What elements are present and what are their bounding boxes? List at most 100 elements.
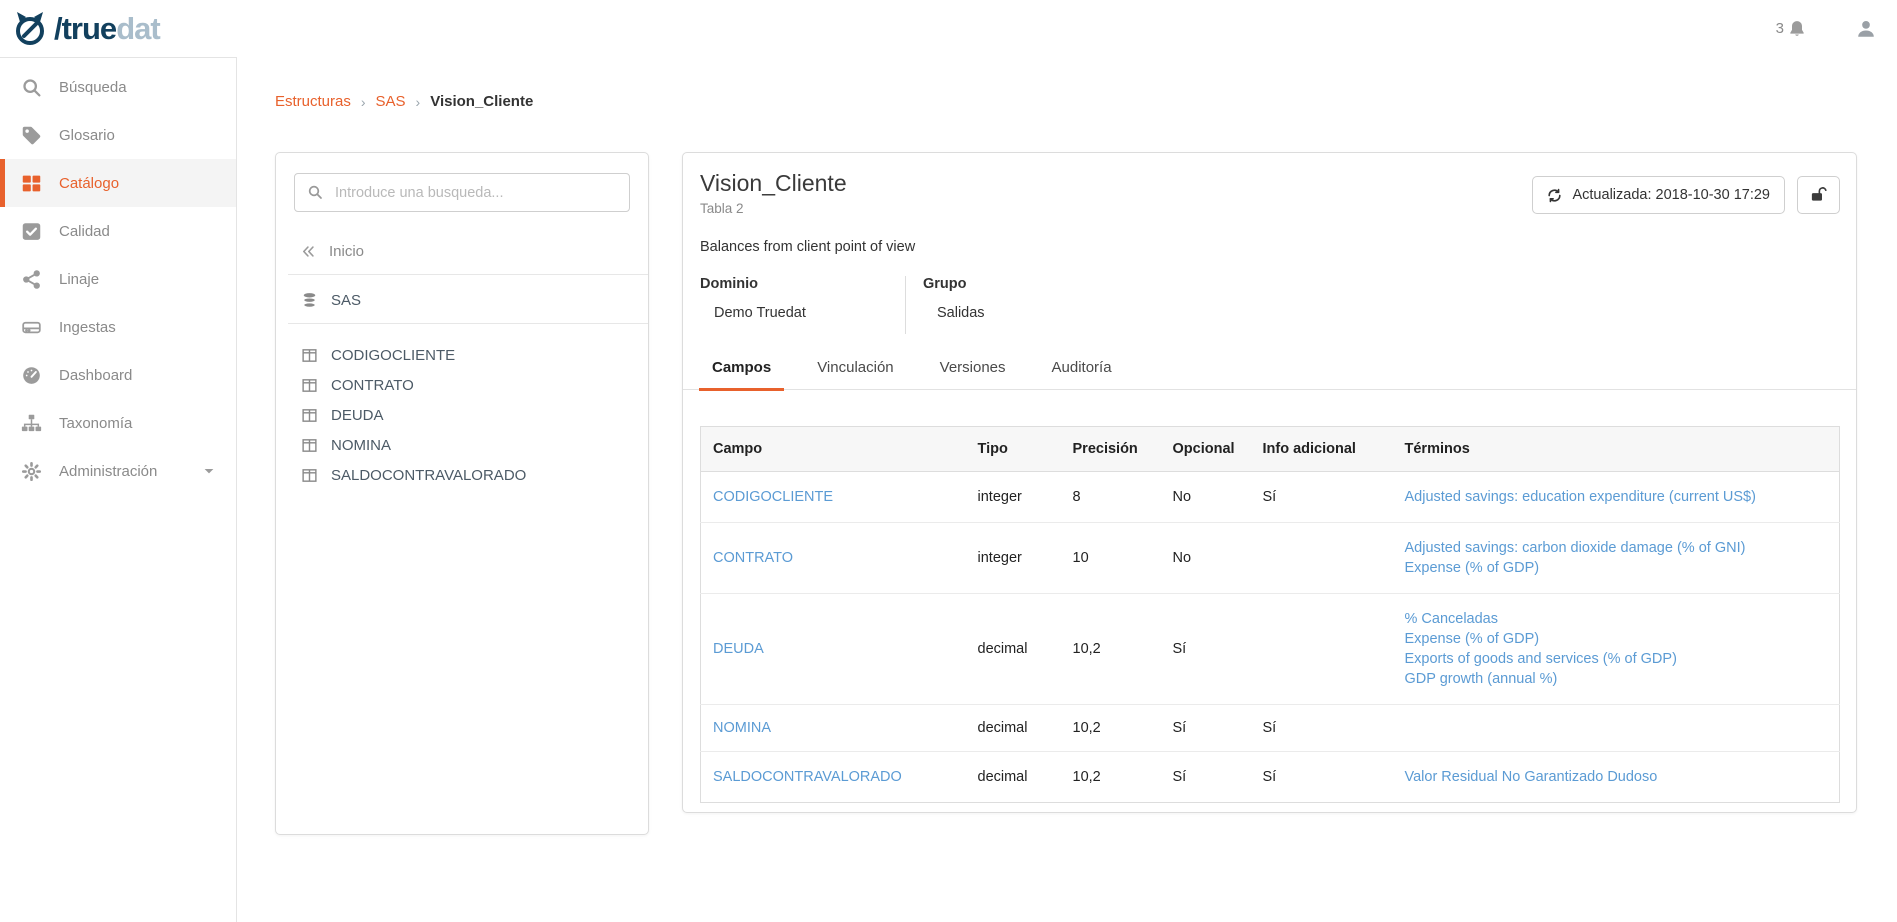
logo[interactable]: /truedat xyxy=(14,9,160,47)
fields-table: CampoTipoPrecisiónOpcionalInfo adicional… xyxy=(700,426,1840,803)
tree-item-saldocontravalorado[interactable]: SALDOCONTRAVALORADO xyxy=(301,460,648,490)
meta-value: Salidas xyxy=(937,305,985,321)
table-row: CONTRATOinteger10NoAdjusted savings: car… xyxy=(701,523,1840,594)
sidebar-item-linaje[interactable]: Linaje xyxy=(0,255,236,303)
cell-tipo: integer xyxy=(966,472,1061,523)
share-icon xyxy=(21,269,42,290)
tree-item-deuda[interactable]: DEUDA xyxy=(301,400,648,430)
sidebar: Búsqueda Glosario Catálogo Calidad Linaje Ing… xyxy=(0,57,237,922)
tab-versiones[interactable]: Versiones xyxy=(927,359,1019,391)
sidebar-item-glosario[interactable]: Glosario xyxy=(0,111,236,159)
cell-info-adicional xyxy=(1251,523,1393,594)
column-header-precision: Precisión xyxy=(1061,427,1161,472)
term-link-adjusted-savings-carbon-dioxide-damage-of-gni-[interactable]: Adjusted savings: carbon dioxide damage … xyxy=(1405,538,1828,558)
table-row: DEUDAdecimal10,2Sí% CanceladasExpense (%… xyxy=(701,594,1840,705)
sidebar-item-label: Calidad xyxy=(59,223,110,240)
sidebar-item-label: Administración xyxy=(59,463,157,480)
owl-logo-icon xyxy=(14,9,50,47)
lock-button[interactable] xyxy=(1797,176,1840,214)
field-link-contrato[interactable]: CONTRATO xyxy=(713,550,793,566)
grid-icon xyxy=(21,173,42,194)
cell-campo: CONTRATO xyxy=(701,523,966,594)
field-link-codigocliente[interactable]: CODIGOCLIENTE xyxy=(713,489,833,505)
gear-icon xyxy=(21,461,42,482)
term-link-adjusted-savings-education-expenditure-current-us-[interactable]: Adjusted savings: education expenditure … xyxy=(1405,487,1828,507)
top-bar: /truedat 3 xyxy=(0,0,1897,57)
field-link-deuda[interactable]: DEUDA xyxy=(713,641,764,657)
tree-item-nomina[interactable]: NOMINA xyxy=(301,430,648,460)
fields-table-wrap: CampoTipoPrecisiónOpcionalInfo adicional… xyxy=(700,426,1840,803)
app: /truedat 3 Búsqueda Glosario Catálogo Calid… xyxy=(0,0,1897,922)
breadcrumb: Estructuras›SAS›Vision_Cliente xyxy=(275,93,533,110)
sidebar-item-busqueda[interactable]: Búsqueda xyxy=(0,63,236,111)
term-link--canceladas[interactable]: % Canceladas xyxy=(1405,609,1828,629)
cell-precision: 10 xyxy=(1061,523,1161,594)
user-menu-button[interactable] xyxy=(1855,18,1877,40)
table-icon xyxy=(301,437,318,454)
cell-campo: DEUDA xyxy=(701,594,966,705)
breadcrumb-link-sas[interactable]: SAS xyxy=(376,93,406,110)
cell-campo: NOMINA xyxy=(701,705,966,752)
notifications-button[interactable]: 3 xyxy=(1776,19,1807,39)
term-link-expense-of-gdp-[interactable]: Expense (% of GDP) xyxy=(1405,558,1828,578)
tree-item-label: NOMINA xyxy=(331,437,391,454)
cell-opcional: Sí xyxy=(1161,752,1251,803)
tab-vinculacion[interactable]: Vinculación xyxy=(804,359,906,391)
gauge-icon xyxy=(21,365,42,386)
meta-grupo: Grupo Salidas xyxy=(905,276,985,334)
sidebar-item-administracion[interactable]: Administración xyxy=(0,447,236,495)
sidebar-item-taxonomia[interactable]: Taxonomía xyxy=(0,399,236,447)
tree-item-codigocliente[interactable]: CODIGOCLIENTE xyxy=(301,340,648,370)
tag-icon xyxy=(21,125,42,146)
term-link-valor-residual-no-garantizado-dudoso[interactable]: Valor Residual No Garantizado Dudoso xyxy=(1405,767,1828,787)
page-subtitle: Tabla 2 xyxy=(700,201,847,216)
meta-value: Demo Truedat xyxy=(714,305,905,321)
sidebar-item-label: Linaje xyxy=(59,271,99,288)
tree-item-contrato[interactable]: CONTRATO xyxy=(301,370,648,400)
cell-campo: CODIGOCLIENTE xyxy=(701,472,966,523)
tree-system-sas[interactable]: SAS xyxy=(301,292,648,309)
tab-auditoria[interactable]: Auditoría xyxy=(1039,359,1125,391)
tree-back-label: Inicio xyxy=(329,243,364,260)
meta-label: Grupo xyxy=(923,276,985,292)
breadcrumb-link-estructuras[interactable]: Estructuras xyxy=(275,93,351,110)
unlock-icon xyxy=(1810,186,1828,204)
cell-tipo: integer xyxy=(966,523,1061,594)
sidebar-item-label: Catálogo xyxy=(59,175,119,192)
sidebar-item-label: Búsqueda xyxy=(59,79,127,96)
sidebar-item-label: Glosario xyxy=(59,127,115,144)
database-icon xyxy=(301,292,318,309)
detail-header: Vision_Cliente Tabla 2 Actualizada: 2018… xyxy=(683,153,1856,216)
tree-search-input[interactable] xyxy=(294,173,630,212)
tab-campos[interactable]: Campos xyxy=(699,359,784,391)
sidebar-item-catalogo[interactable]: Catálogo xyxy=(0,159,236,207)
cell-tipo: decimal xyxy=(966,705,1061,752)
cell-opcional: No xyxy=(1161,472,1251,523)
tree-item-label: SALDOCONTRAVALORADO xyxy=(331,467,526,484)
updated-button[interactable]: Actualizada: 2018-10-30 17:29 xyxy=(1532,176,1785,214)
cell-info-adicional xyxy=(1251,594,1393,705)
refresh-icon xyxy=(1547,188,1562,203)
term-link-exports-of-goods-and-services-of-gdp-[interactable]: Exports of goods and services (% of GDP) xyxy=(1405,649,1828,669)
sidebar-item-dashboard[interactable]: Dashboard xyxy=(0,351,236,399)
tree-divider xyxy=(288,274,648,275)
sidebar-item-ingestas[interactable]: Ingestas xyxy=(0,303,236,351)
meta-dominio: DominioDemo Truedat xyxy=(700,276,905,334)
cell-opcional: Sí xyxy=(1161,705,1251,752)
detail-tabs: Campos Vinculación Versiones Auditoría xyxy=(683,359,1856,390)
tree-item-label: DEUDA xyxy=(331,407,384,424)
breadcrumb-current: Vision_Cliente xyxy=(430,93,533,110)
search-icon xyxy=(307,184,323,200)
sidebar-item-calidad[interactable]: Calidad xyxy=(0,207,236,255)
field-link-saldocontravalorado[interactable]: SALDOCONTRAVALORADO xyxy=(713,769,902,785)
cell-campo: SALDOCONTRAVALORADO xyxy=(701,752,966,803)
column-header-opcional: Opcional xyxy=(1161,427,1251,472)
logo-wordmark: /truedat xyxy=(54,13,160,44)
field-link-nomina[interactable]: NOMINA xyxy=(713,720,771,736)
term-link-gdp-growth-annual-[interactable]: GDP growth (annual %) xyxy=(1405,669,1828,689)
table-icon xyxy=(301,407,318,424)
tree-back-button[interactable]: Inicio xyxy=(301,243,648,260)
table-row: SALDOCONTRAVALORADOdecimal10,2SíSíValor … xyxy=(701,752,1840,803)
term-link-expense-of-gdp-[interactable]: Expense (% of GDP) xyxy=(1405,629,1828,649)
detail-title-block: Vision_Cliente Tabla 2 xyxy=(700,170,847,216)
